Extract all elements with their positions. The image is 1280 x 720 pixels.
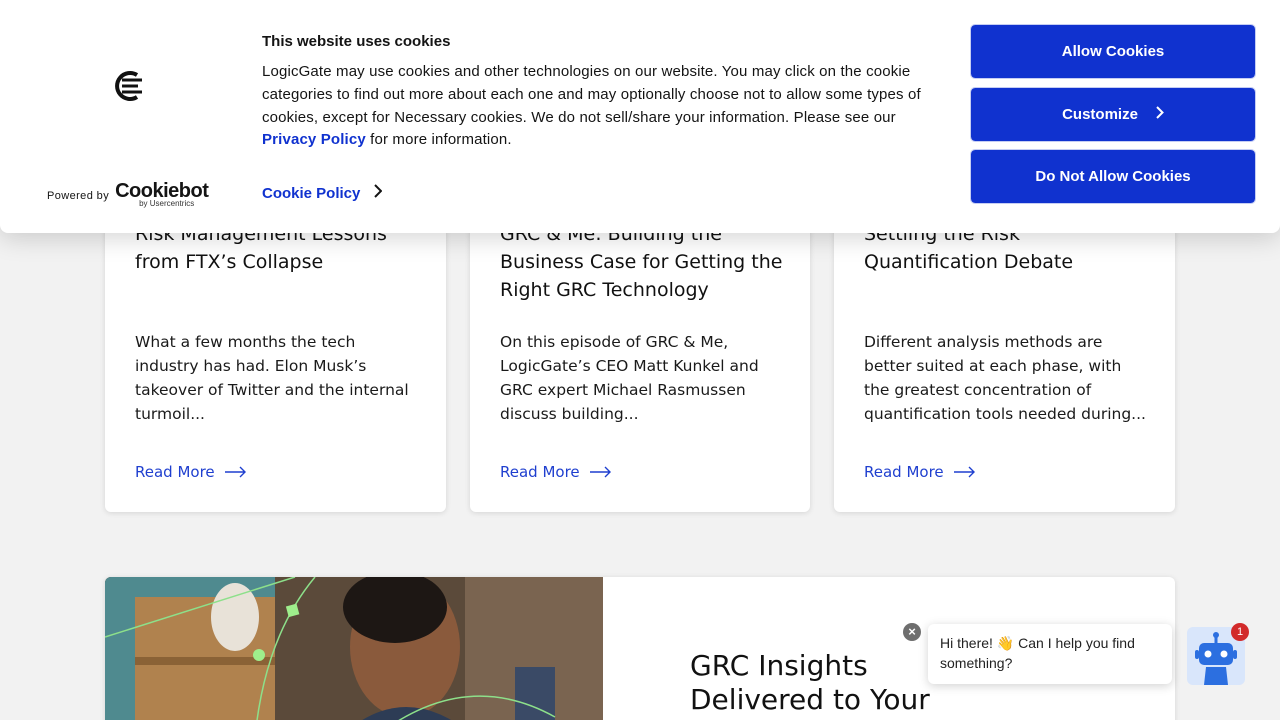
chevron-right-icon — [1156, 106, 1164, 123]
cookie-description: LogicGate may use cookies and other tech… — [262, 61, 952, 152]
arrow-right-icon — [953, 466, 976, 478]
cookie-policy-link[interactable]: Cookie Policy — [262, 184, 383, 202]
do-not-allow-cookies-button[interactable]: Do Not Allow Cookies — [970, 149, 1256, 204]
read-more-link[interactable]: Read More — [500, 463, 612, 481]
read-more-label: Read More — [500, 463, 580, 481]
cookie-policy-label: Cookie Policy — [262, 184, 361, 202]
cookie-heading: This website uses cookies — [262, 33, 451, 50]
arrow-right-icon — [589, 466, 612, 478]
allow-cookies-button[interactable]: Allow Cookies — [970, 24, 1256, 79]
newsletter-photo — [105, 577, 603, 720]
read-more-label: Read More — [864, 463, 944, 481]
robot-icon — [1187, 632, 1245, 689]
cookie-banner: Powered by Cookiebot by Usercentrics Thi… — [0, 0, 1280, 233]
read-more-link[interactable]: Read More — [864, 463, 976, 481]
arrow-right-icon — [224, 466, 247, 478]
customize-label: Customize — [1062, 106, 1138, 123]
customize-button[interactable]: Customize — [970, 87, 1256, 142]
chat-message-bubble[interactable]: Hi there! 👋 Can I help you find somethin… — [928, 624, 1172, 684]
cookie-text-after: for more information. — [365, 131, 512, 149]
privacy-policy-link[interactable]: Privacy Policy — [262, 131, 366, 148]
notification-badge: 1 — [1231, 623, 1249, 641]
card-description: On this episode of GRC & Me, LogicGate’s… — [500, 333, 759, 423]
card-description: What a few months the tech industry has … — [135, 333, 409, 423]
powered-by-cookiebot[interactable]: Powered by Cookiebot by Usercentrics — [47, 180, 209, 209]
chevron-right-icon — [374, 184, 383, 202]
cookiebot-wordmark: Cookiebot — [115, 180, 209, 202]
read-more-link[interactable]: Read More — [135, 463, 247, 481]
cookie-text-before: LogicGate may use cookies and other tech… — [262, 63, 921, 126]
powered-by-label: Powered by — [47, 190, 110, 202]
read-more-label: Read More — [135, 463, 215, 481]
chat-close-button[interactable]: × — [903, 623, 921, 641]
do-not-allow-label: Do Not Allow Cookies — [1035, 168, 1191, 185]
cookiebot-subtitle: by Usercentrics — [139, 199, 195, 208]
card-description: Different analysis methods are better su… — [864, 333, 1146, 423]
logicgate-logo-icon — [110, 66, 148, 111]
allow-cookies-label: Allow Cookies — [1061, 43, 1165, 60]
cookiebot-logo: Cookiebot by Usercentrics — [115, 180, 209, 209]
